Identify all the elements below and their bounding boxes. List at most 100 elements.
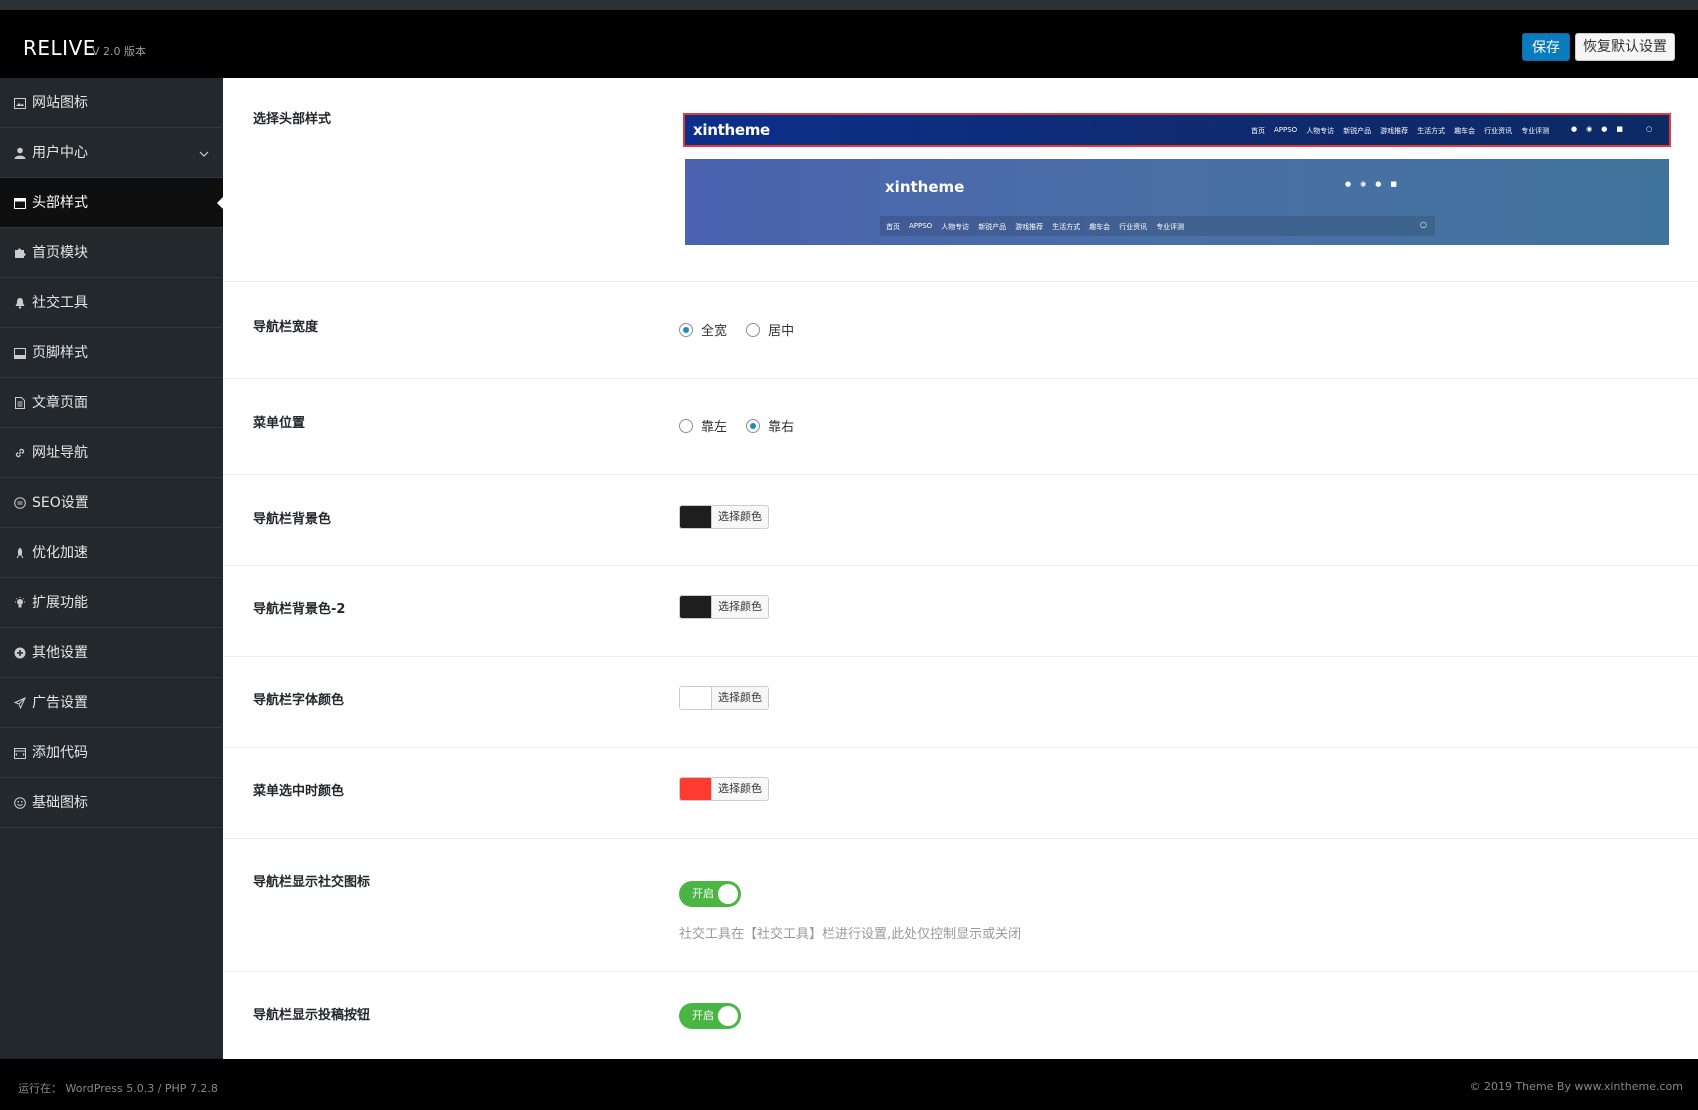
sidebar-item-footer-style[interactable]: 页脚样式 (0, 328, 223, 378)
reset-defaults-button[interactable]: 恢复默认设置 (1575, 33, 1675, 61)
radio-label: 靠左 (701, 420, 728, 435)
setting-title: 导航栏显示社交图标 (253, 875, 371, 890)
toggle-label: 开启 (692, 887, 714, 900)
sidebar-item-site-icon[interactable]: 网站图标 (0, 78, 223, 128)
color-picker-button[interactable]: 选择颜色 (679, 686, 769, 710)
version-label: V 2.0 版本 (92, 45, 147, 58)
mail-icon: ■ (1390, 180, 1397, 188)
sidebar-item-label: 广告设置 (32, 695, 88, 711)
sidebar-item-label: 首页模块 (32, 245, 88, 261)
radio-centered[interactable]: 居中 (746, 320, 794, 339)
sidebar-item-seo[interactable]: SEO设置 (0, 478, 223, 528)
sidebar-item-header-style[interactable]: 头部样式 (0, 178, 223, 228)
sidebar-item-extensions[interactable]: 扩展功能 (0, 578, 223, 628)
save-button[interactable]: 保存 (1522, 33, 1570, 61)
preview-menu-item: 首页 (1251, 127, 1265, 135)
sidebar-item-url-nav[interactable]: 网址导航 (0, 428, 223, 478)
toggle-knob (718, 884, 738, 904)
radio-left[interactable]: 靠左 (679, 416, 727, 435)
preview-logo: xintheme (693, 121, 770, 139)
preview-menu-item: 人物专访 (1306, 127, 1335, 135)
preview-menu-item: 行业资讯 (1119, 223, 1148, 231)
radio-label: 居中 (768, 324, 795, 339)
header-style-option-1[interactable]: xintheme 首页 APPSO 人物专访 新锐产品 游戏推荐 生活方式 趣车… (683, 113, 1671, 147)
radio-full-width[interactable]: 全宽 (679, 320, 727, 339)
sidebar-item-add-code[interactable]: 添加代码 (0, 728, 223, 778)
image-icon (13, 78, 27, 128)
help-text: 社交工具在【社交工具】栏进行设置,此处仅控制显示或关闭 (679, 927, 1022, 942)
radio-label: 全宽 (701, 324, 728, 339)
puzzle-icon (13, 228, 27, 278)
link-icon (13, 428, 27, 478)
color-swatch (680, 506, 712, 528)
radio-dot (746, 322, 761, 337)
sidebar-item-user-center[interactable]: 用户中心 (0, 128, 223, 178)
preview-logo: xintheme (885, 178, 965, 196)
smile-icon (13, 778, 27, 828)
sidebar-item-home-modules[interactable]: 首页模块 (0, 228, 223, 278)
color-picker-button[interactable]: 选择颜色 (679, 505, 769, 529)
preview-menu-item: 生活方式 (1052, 223, 1081, 231)
sidebar-item-label: SEO设置 (32, 495, 89, 511)
sidebar-item-label: 优化加速 (32, 545, 88, 561)
app-header: RELIVE V 2.0 版本 保存 恢复默认设置 (0, 10, 1698, 78)
sidebar-item-optimize[interactable]: 优化加速 (0, 528, 223, 578)
preview-menu-item: 专业评测 (1521, 127, 1550, 135)
preview-menu-item: 专业评测 (1156, 223, 1185, 231)
seo-icon (13, 478, 27, 528)
radio-dot (679, 322, 693, 337)
setting-header-style: 选择头部样式 xintheme 首页 APPSO 人物专访 新锐产品 游戏推荐 … (223, 78, 1698, 282)
submit-button-toggle[interactable]: 开启 (679, 1003, 741, 1029)
sidebar-item-label: 其他设置 (32, 645, 88, 661)
color-swatch (680, 596, 712, 618)
color-picker-button[interactable]: 选择颜色 (679, 777, 769, 801)
sidebar-item-label: 添加代码 (32, 745, 88, 761)
preview-menu-item: APPSO (1274, 126, 1298, 134)
preview-subnav: 首页 APPSO 人物专访 新锐产品 游戏推荐 生活方式 趣车会 行业资讯 专业… (880, 216, 1435, 236)
copyright: © 2019 Theme By www.xintheme.com (1469, 1080, 1683, 1093)
setting-menu-active-color: 菜单选中时颜色 选择颜色 (223, 748, 1698, 839)
sidebar-item-other-settings[interactable]: 其他设置 (0, 628, 223, 678)
sidebar-item-label: 头部样式 (32, 195, 88, 211)
user-icon (13, 128, 27, 178)
sidebar-item-social-tools[interactable]: 社交工具 (0, 278, 223, 328)
setting-title: 菜单选中时颜色 (253, 784, 345, 799)
radio-dot (679, 418, 693, 433)
preview-menu: 首页 APPSO 人物专访 新锐产品 游戏推荐 生活方式 趣车会 行业资讯 专业… (1251, 126, 1558, 136)
search-icon: ○ (1420, 220, 1427, 229)
sidebar-item-label: 网址导航 (32, 445, 88, 461)
header-style-option-2[interactable]: xintheme ● ◉ ● ■ 首页 APPSO 人物专访 新锐产品 游戏推荐… (685, 159, 1669, 245)
sidebar-item-label: 文章页面 (32, 395, 88, 411)
wechat-icon: ● (1375, 180, 1382, 188)
setting-title: 导航栏宽度 (253, 320, 319, 335)
preview-social-icons: ● ◉ ● ■ (1345, 180, 1406, 188)
setting-show-submit-button: 导航栏显示投稿按钮 开启 (223, 972, 1698, 1059)
preview-menu-item: 生活方式 (1417, 127, 1446, 135)
setting-nav-bg-color-2: 导航栏背景色-2 选择颜色 (223, 566, 1698, 657)
sidebar-item-ads[interactable]: 广告设置 (0, 678, 223, 728)
bulb-icon (13, 578, 27, 628)
color-picker-label: 选择颜色 (718, 600, 762, 613)
setting-title: 导航栏字体颜色 (253, 693, 345, 708)
preview-menu-item: 首页 (886, 223, 900, 231)
preview-menu-item: 人物专访 (941, 223, 970, 231)
weibo-icon: ◉ (1586, 125, 1593, 133)
color-picker-button[interactable]: 选择颜色 (679, 595, 769, 619)
sidebar: 网站图标 用户中心 头部样式 首页模块 社交工具 页脚样式 文章页面 网址导航 … (0, 78, 223, 1058)
layout-icon (13, 178, 27, 228)
top-strip (0, 0, 1698, 10)
setting-title: 导航栏显示投稿按钮 (253, 1008, 371, 1023)
sidebar-item-article-page[interactable]: 文章页面 (0, 378, 223, 428)
social-icons-toggle[interactable]: 开启 (679, 881, 741, 907)
radio-right[interactable]: 靠右 (746, 416, 794, 435)
color-swatch (680, 687, 712, 709)
sidebar-item-label: 社交工具 (32, 295, 88, 311)
preview-menu-item: APPSO (909, 222, 933, 230)
sidebar-item-base-icons[interactable]: 基础图标 (0, 778, 223, 828)
code-icon (13, 728, 27, 778)
radio-label: 靠右 (768, 420, 795, 435)
weibo-icon: ◉ (1360, 180, 1367, 188)
setting-nav-bg-color: 导航栏背景色 选择颜色 (223, 475, 1698, 566)
sidebar-item-label: 页脚样式 (32, 345, 88, 361)
app-footer: 运行在： WordPress 5.0.3 / PHP 7.2.8 © 2019 … (0, 1059, 1698, 1110)
